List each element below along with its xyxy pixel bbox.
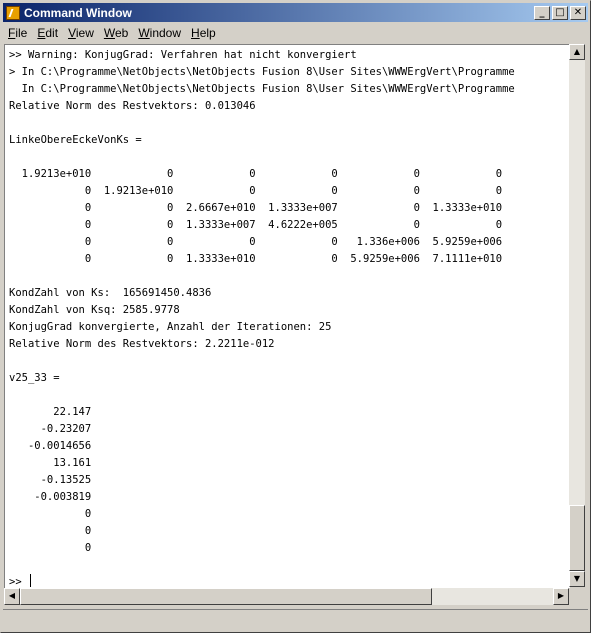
menu-file[interactable]: File	[3, 26, 32, 40]
close-button[interactable]: ✕	[570, 5, 586, 20]
console-line: -0.003819	[9, 491, 92, 503]
menu-edit[interactable]: Edit	[32, 26, 63, 40]
horizontal-scrollbar[interactable]: ◀ ▶	[4, 588, 569, 605]
console-line: >> Warning: KonjugGrad: Verfahren hat ni…	[9, 49, 357, 61]
menu-view[interactable]: View	[63, 26, 99, 40]
console-line: KondZahl von Ks: 165691450.4836	[9, 287, 212, 299]
menu-bar: File Edit View Web Window Help	[3, 23, 588, 42]
console-line: 0 0 1.3333e+007 4.6222e+005 0 0	[9, 219, 503, 231]
title-bar[interactable]: Command Window _ □ ✕	[3, 3, 588, 22]
console-line: -0.0014656	[9, 440, 92, 452]
scroll-down-icon[interactable]: ▼	[569, 571, 585, 587]
command-window: Command Window _ □ ✕ File Edit View Web …	[0, 0, 591, 633]
minimize-button[interactable]: _	[534, 5, 550, 20]
console-line: 0 1.9213e+010 0 0 0 0	[9, 185, 503, 197]
matlab-icon	[6, 5, 20, 20]
horizontal-scroll-thumb[interactable]	[20, 588, 432, 605]
console-line: 0	[9, 508, 92, 520]
console-line: LinkeObereEckeVonKs =	[9, 134, 142, 146]
console-line: 22.147	[9, 406, 92, 418]
console-line: 0 0 0 0 1.336e+006 5.9259e+006	[9, 236, 503, 248]
maximize-button[interactable]: □	[552, 5, 568, 20]
console-line: 1.9213e+010 0 0 0 0 0	[9, 168, 503, 180]
console-line: > In C:\Programme\NetObjects\NetObjects …	[9, 66, 515, 78]
console-line: 0	[9, 525, 92, 537]
window-title: Command Window	[24, 5, 132, 20]
menu-window[interactable]: Window	[133, 26, 186, 40]
console-line: -0.13525	[9, 474, 92, 486]
menu-web[interactable]: Web	[99, 26, 133, 40]
console-line: 13.161	[9, 457, 92, 469]
scroll-right-icon[interactable]: ▶	[553, 588, 569, 605]
status-bar	[3, 609, 588, 630]
scrollbar-corner	[569, 588, 585, 605]
console-line: Relative Norm des Restvektors: 0.013046	[9, 100, 256, 112]
scroll-left-icon[interactable]: ◀	[4, 588, 20, 605]
text-cursor	[29, 574, 31, 587]
menu-help[interactable]: Help	[186, 26, 221, 40]
console-line: In C:\Programme\NetObjects\NetObjects Fu…	[9, 83, 515, 95]
console-line: Relative Norm des Restvektors: 2.2211e-0…	[9, 338, 275, 350]
vertical-scroll-thumb[interactable]	[569, 505, 585, 571]
vertical-scrollbar[interactable]: ▲ ▼	[569, 44, 585, 587]
command-prompt: >>	[9, 576, 28, 588]
console-output-area[interactable]: >> Warning: KonjugGrad: Verfahren hat ni…	[4, 44, 570, 588]
console-line: 0	[9, 542, 92, 554]
console-line: v25_33 =	[9, 372, 60, 384]
console-output: >> Warning: KonjugGrad: Verfahren hat ni…	[5, 45, 570, 588]
scroll-up-icon[interactable]: ▲	[569, 44, 585, 60]
console-line: -0.23207	[9, 423, 92, 435]
console-line: 0 0 2.6667e+010 1.3333e+007 0 1.3333e+01…	[9, 202, 503, 214]
console-line: 0 0 1.3333e+010 0 5.9259e+006 7.1111e+01…	[9, 253, 503, 265]
console-line: KondZahl von Ksq: 2585.9778	[9, 304, 180, 316]
console-line: KonjugGrad konvergierte, Anzahl der Iter…	[9, 321, 332, 333]
